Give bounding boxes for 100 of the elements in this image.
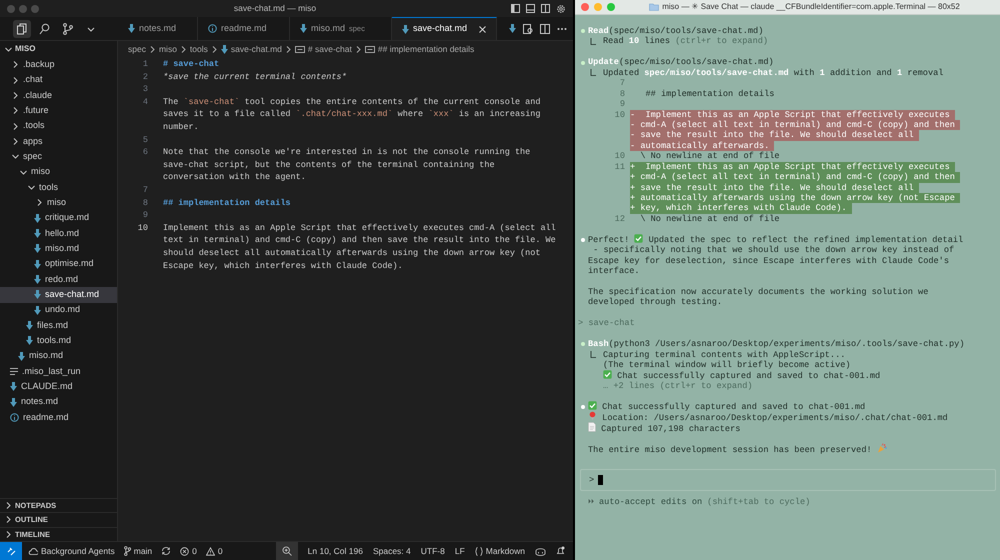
file-item[interactable]: save-chat.md	[0, 287, 117, 302]
problems-button[interactable]: 0	[180, 544, 197, 558]
file-item[interactable]: undo.md	[0, 302, 117, 318]
file-item[interactable]: miso.md	[0, 348, 117, 364]
tool-output: Updated spec/miso/tools/save-chat.md with 1 addition and 1 removal	[603, 68, 944, 78]
breadcrumb-item[interactable]: save-chat.md	[220, 42, 282, 56]
folder-item[interactable]: tools	[0, 180, 117, 196]
file-item[interactable]: CLAUDE.md	[0, 379, 117, 395]
braces-icon	[474, 546, 483, 556]
line-number: 8	[142, 196, 148, 210]
tree-corner-icon	[590, 38, 596, 46]
folder-item[interactable]: .future	[0, 103, 117, 118]
mode-status: auto-accept edits on	[599, 496, 702, 508]
breadcrumb-item[interactable]: miso	[158, 42, 177, 56]
hint-text: (shift+tab to cycle)	[707, 496, 810, 508]
split-layout-icon[interactable]	[541, 4, 550, 13]
folder-item[interactable]: .claude	[0, 88, 117, 104]
status-dot-icon	[581, 60, 585, 65]
copilot-icon[interactable]	[535, 546, 546, 556]
panel-toggle-icon[interactable]	[526, 4, 535, 13]
file-item[interactable]: critique.md	[0, 210, 117, 226]
chevron-right-icon[interactable]	[12, 107, 19, 114]
markdown-file-icon	[402, 24, 409, 34]
breadcrumb-item[interactable]: ## implementation details	[364, 42, 474, 56]
terminal-text: developed through testing.	[588, 297, 722, 308]
editor-tab[interactable]: save-chat.md	[392, 17, 497, 40]
symbol-icon	[364, 46, 375, 52]
file-item[interactable]: notes.md	[0, 394, 117, 410]
code-line: *save the current terminal contents*	[163, 70, 347, 84]
line-number: 7	[618, 78, 625, 89]
folder-item[interactable]: .backup	[0, 57, 117, 72]
line-number: 3	[142, 83, 148, 96]
zoom-button[interactable]	[276, 542, 298, 560]
check-icon	[603, 370, 612, 379]
sidebar-toggle-icon[interactable]	[511, 4, 520, 13]
open-preview-icon[interactable]	[523, 24, 533, 34]
status-item[interactable]: Ln 10, Col 196	[308, 544, 363, 558]
file-item[interactable]: files.md	[0, 318, 117, 334]
terminal-text: - specifically noting that we should use the down arrow key instead of	[592, 245, 954, 256]
file-item[interactable]: tools.md	[0, 333, 117, 349]
diff-line: \ No newline at end of file	[639, 214, 781, 224]
info-icon	[208, 24, 217, 33]
line-number: 10	[614, 151, 625, 162]
line-number: 9	[142, 209, 148, 222]
diff-line: \ No newline at end of file	[639, 151, 781, 162]
close-icon[interactable]	[479, 26, 486, 32]
file-item[interactable]: optimise.md	[0, 256, 117, 272]
line-number: 5	[142, 134, 148, 146]
more-icon[interactable]	[557, 26, 567, 30]
tool-call: Update(spec/miso/tools/save-chat.md)	[588, 57, 774, 68]
folder-item[interactable]: .tools	[0, 118, 117, 134]
check-icon	[588, 401, 597, 410]
chevron-right-icon[interactable]	[12, 61, 19, 68]
folder-item[interactable]: spec	[0, 149, 117, 164]
status-item[interactable]: Spaces: 4	[372, 544, 411, 558]
prompt-history: > save-chat	[578, 318, 635, 329]
terminal-text: The entire miso development session has been preserved!	[588, 442, 887, 455]
folder-item[interactable]: miso	[0, 164, 117, 180]
explorer-section-title[interactable]: MISO	[15, 43, 36, 55]
line-number: 7	[142, 184, 148, 197]
status-item[interactable]: LF	[454, 544, 465, 558]
folder-item[interactable]: miso	[0, 195, 117, 210]
breadcrumb-item[interactable]: # save-chat	[294, 42, 352, 56]
file-item[interactable]: redo.md	[0, 272, 117, 288]
remote-button[interactable]	[0, 542, 22, 560]
language-button[interactable]: Markdown	[474, 544, 525, 558]
warning-icon	[206, 546, 215, 556]
line-number: 2	[142, 70, 148, 84]
breadcrumb-item[interactable]: spec	[128, 42, 146, 56]
document-icon	[588, 422, 596, 432]
line-number: 10	[614, 110, 625, 120]
branch-button[interactable]: main	[124, 544, 152, 558]
folder-item[interactable]: .chat	[0, 72, 117, 88]
breadcrumb-item[interactable]: tools	[190, 42, 208, 56]
notification-icon[interactable]	[556, 546, 565, 556]
code-line: Note that the console we're interested in is not the console running the save-chat script, but the contents of the terminal containing the conversation with the agent.	[163, 146, 532, 184]
explorer-button[interactable]	[13, 20, 31, 38]
check-icon	[634, 234, 644, 244]
problems-button[interactable]: 0	[206, 544, 223, 558]
status-dot-icon	[581, 342, 585, 346]
input-field[interactable]: >	[580, 468, 996, 491]
chevron-down-icon[interactable]	[12, 153, 19, 160]
line-number: 11	[614, 162, 625, 172]
chevron-right-icon	[212, 46, 217, 52]
file-item[interactable]: readme.md	[0, 410, 117, 426]
file-item[interactable]: .miso_last_run	[0, 364, 117, 380]
sync-icon[interactable]	[161, 546, 172, 556]
tool-output: Capturing terminal contents with AppleScript...	[603, 350, 846, 360]
status-item[interactable]: UTF-8	[420, 544, 445, 558]
split-editor-icon[interactable]	[540, 24, 550, 34]
window-title: save-chat.md — miso	[232, 2, 318, 15]
pin-icon	[589, 411, 596, 422]
chevron-right-icon	[180, 46, 186, 52]
chevron-down-icon[interactable]	[5, 46, 12, 52]
background-agents-button[interactable]: Background Agents	[28, 544, 115, 558]
chevron-right-icon[interactable]	[36, 199, 43, 206]
file-item[interactable]: hello.md	[0, 226, 117, 242]
settings-icon[interactable]	[556, 4, 566, 14]
file-item[interactable]: miso.md	[0, 241, 117, 256]
folder-item[interactable]: apps	[0, 134, 117, 150]
